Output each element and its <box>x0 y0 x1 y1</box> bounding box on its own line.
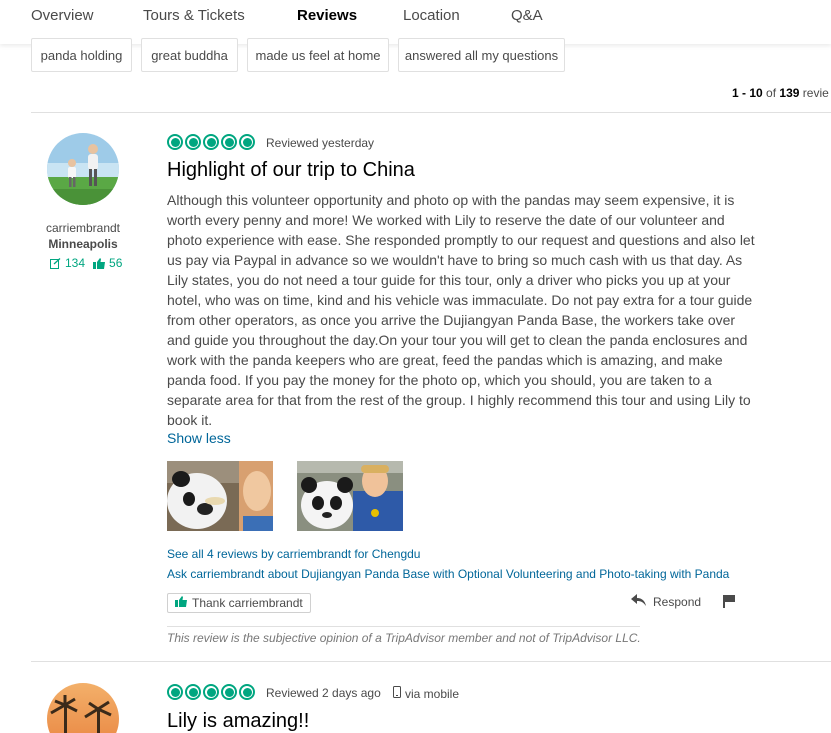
tab-reviews[interactable]: Reviews <box>297 7 357 24</box>
rating-bubble-icon <box>221 684 237 700</box>
review-date: Reviewed yesterday <box>266 136 375 150</box>
rating-bubble-icon <box>185 134 201 150</box>
review-photo[interactable] <box>167 461 273 531</box>
avatar[interactable] <box>47 683 119 733</box>
thumbs-up-icon <box>175 596 187 610</box>
helpful-votes-count: 56 <box>109 256 123 270</box>
rating-bubble-icon <box>221 134 237 150</box>
via-mobile-label: via mobile <box>405 686 460 701</box>
divider <box>31 661 831 662</box>
bubble-rating <box>167 134 255 150</box>
review-title[interactable]: Highlight of our trip to China <box>167 159 415 182</box>
pagination-of: of <box>762 86 780 100</box>
tab-tours-tickets[interactable]: Tours & Tickets <box>143 7 245 24</box>
avatar[interactable] <box>47 133 119 205</box>
divider <box>31 112 831 113</box>
contributions-count: 134 <box>65 256 86 270</box>
thumbs-up-icon <box>93 256 106 270</box>
reply-arrow-icon <box>631 594 646 609</box>
thank-button-label: Thank carriembrandt <box>192 596 303 610</box>
member-stats: 134 56 <box>50 256 122 270</box>
keyword-chip[interactable]: panda holding <box>31 38 132 72</box>
keyword-chip[interactable]: great buddha <box>141 38 238 72</box>
divider <box>167 626 640 627</box>
rating-bubble-icon <box>239 684 255 700</box>
member-location: Minneapolis <box>48 237 118 251</box>
via-mobile: via mobile <box>393 686 459 701</box>
rating-bubble-icon <box>167 684 183 700</box>
bubble-rating <box>167 684 255 700</box>
thank-button[interactable]: Thank carriembrandt <box>167 593 311 613</box>
review-body: Although this volunteer opportunity and … <box>167 192 755 428</box>
pagination-suffix: revie <box>799 86 829 100</box>
tab-location[interactable]: Location <box>403 7 460 24</box>
respond-label: Respond <box>653 594 702 609</box>
respond-button[interactable]: Respond <box>631 594 701 609</box>
see-all-reviews-link[interactable]: See all 4 reviews by carriembrandt for C… <box>167 547 420 561</box>
flag-icon[interactable] <box>722 595 736 613</box>
review-pagination-count: 1 - 10 of 139 revie <box>732 86 829 100</box>
rating-bubble-icon <box>203 684 219 700</box>
pagination-separator: - <box>738 86 750 100</box>
ask-reviewer-link[interactable]: Ask carriembrandt about Dujiangyan Panda… <box>167 567 729 581</box>
rating-bubble-icon <box>203 134 219 150</box>
review-count-icon <box>50 256 61 270</box>
rating-bubble-icon <box>185 684 201 700</box>
review-date: Reviewed 2 days ago <box>266 686 381 700</box>
pagination-end: 10 <box>749 86 763 100</box>
review-photo[interactable] <box>297 461 403 531</box>
tab-qa[interactable]: Q&A <box>511 7 543 24</box>
pagination-start: 1 <box>732 86 739 100</box>
pagination-total: 139 <box>779 86 800 100</box>
review-disclaimer: This review is the subjective opinion of… <box>167 631 641 645</box>
tab-overview[interactable]: Overview <box>31 7 94 24</box>
member-username[interactable]: carriembrandt <box>40 221 126 235</box>
mobile-phone-icon <box>393 686 401 701</box>
rating-bubble-icon <box>239 134 255 150</box>
rating-bubble-icon <box>167 134 183 150</box>
review-title[interactable]: Lily is amazing!! <box>167 710 309 733</box>
keyword-chip[interactable]: made us feel at home <box>247 38 389 72</box>
show-less-link[interactable]: Show less <box>167 430 231 446</box>
keyword-chip[interactable]: answered all my questions <box>398 38 565 72</box>
